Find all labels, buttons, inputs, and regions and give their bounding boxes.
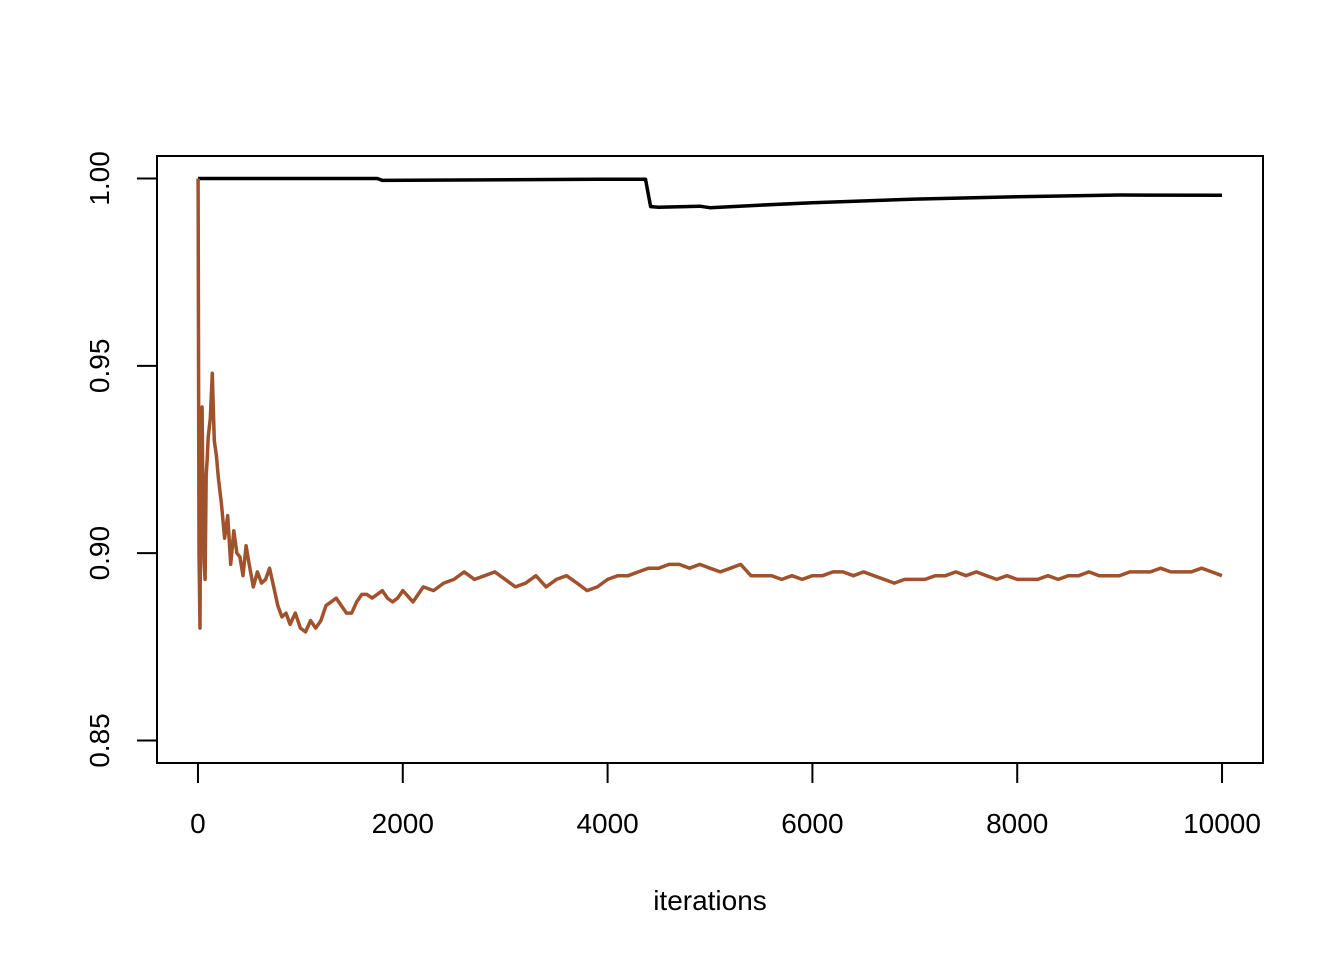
y-tick-label: 0.85 [84,713,115,768]
x-axis-title: iterations [653,885,767,916]
x-tick-label: 0 [190,808,206,839]
x-tick-label: 6000 [781,808,843,839]
x-tick-label: 10000 [1183,808,1261,839]
chart: 0 2000 4000 6000 8000 10000 0.850.900.951.00 … [0,0,1344,960]
x-tick-label: 8000 [986,808,1048,839]
y-tick-label: 0.90 [84,526,115,581]
y-tick-label: 0.95 [84,339,115,394]
x-tick-label: 2000 [372,808,434,839]
y-tick-label: 1.00 [84,151,115,206]
x-tick-label: 4000 [576,808,638,839]
